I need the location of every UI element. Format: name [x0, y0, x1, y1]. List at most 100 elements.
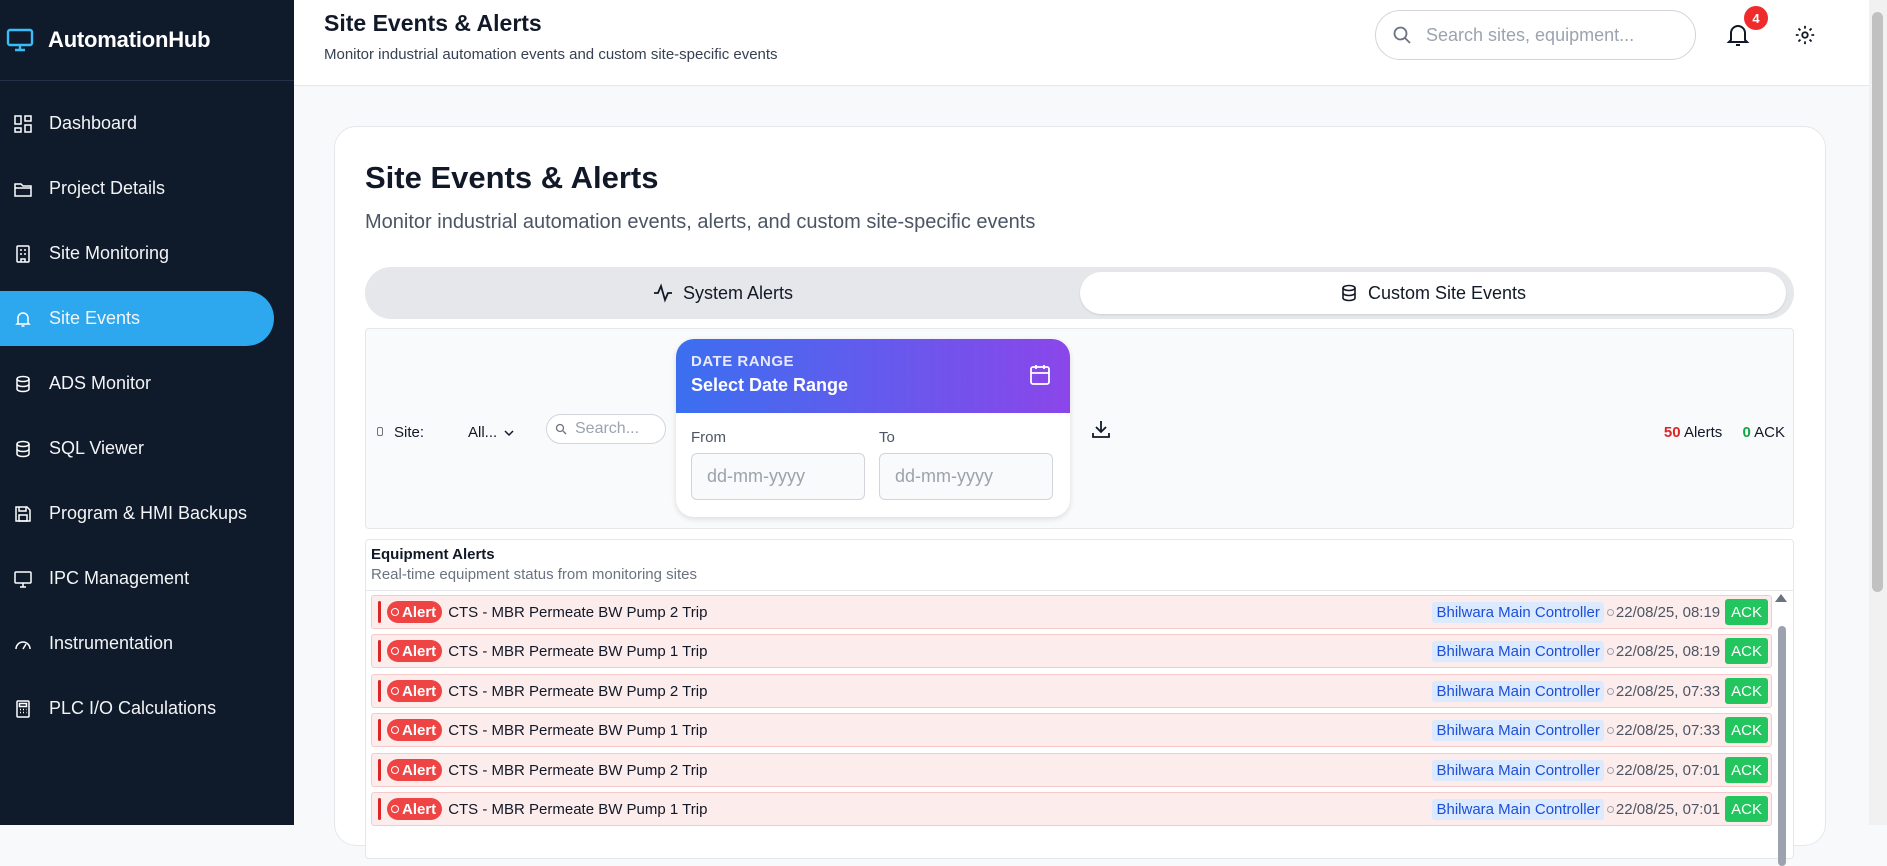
database-icon — [16, 375, 30, 392]
alert-badge-label: Alert — [402, 603, 437, 621]
alert-text: CTS - MBR Permeate BW Pump 1 Trip — [448, 642, 708, 660]
scroll-up-arrow[interactable] — [1775, 594, 1787, 602]
download-icon[interactable] — [1091, 419, 1111, 439]
alert-text: CTS - MBR Permeate BW Pump 2 Trip — [448, 682, 708, 700]
to-label: To — [879, 429, 895, 446]
alert-row[interactable]: Alert CTS - MBR Permeate BW Pump 2 Trip … — [371, 595, 1772, 629]
alert-badge-label: Alert — [402, 642, 437, 660]
tab-custom-site-events[interactable]: Custom Site Events — [1080, 272, 1786, 314]
alerts-scroll-thumb[interactable] — [1778, 626, 1786, 866]
ack-button[interactable]: ACK — [1725, 638, 1768, 664]
alert-text: CTS - MBR Permeate BW Pump 1 Trip — [448, 721, 708, 739]
gear-icon[interactable] — [1794, 24, 1816, 46]
date-range-picker: DATE RANGE Select Date Range From To dd-… — [676, 339, 1070, 517]
dashboard-icon — [14, 114, 32, 133]
severity-bar — [378, 798, 381, 820]
site-tag: Bhilwara Main Controller — [1432, 640, 1604, 662]
filter-search-input[interactable] — [575, 420, 655, 438]
alerts-panel-title: Equipment Alerts — [371, 546, 495, 563]
database-icon — [1342, 284, 1356, 302]
search-icon — [555, 423, 567, 435]
alert-circle-icon — [391, 726, 399, 734]
alert-time: 22/08/25, 08:19 — [1615, 603, 1721, 621]
from-date-input[interactable]: dd-mm-yyyy — [691, 453, 865, 500]
alert-badge: Alert — [387, 759, 443, 781]
global-search[interactable] — [1375, 10, 1696, 60]
brand[interactable]: AutomationHub — [0, 0, 294, 81]
alerts-count: 50 — [1663, 424, 1681, 441]
sidebar-item-site-monitoring[interactable]: Site Monitoring — [0, 226, 274, 281]
site-tag: Bhilwara Main Controller — [1432, 798, 1604, 820]
sidebar-item-plc-io-calculations[interactable]: PLC I/O Calculations — [0, 681, 274, 736]
monitor-icon — [14, 570, 32, 588]
alert-counts: 50 Alerts 0 ACK — [1664, 424, 1785, 441]
database-icon — [16, 440, 30, 457]
page-scroll-thumb[interactable] — [1872, 12, 1883, 592]
ack-button[interactable]: ACK — [1725, 796, 1768, 822]
ack-count-label: ACK — [1754, 424, 1785, 441]
clock-icon — [1606, 647, 1614, 655]
sidebar-item-label: PLC I/O Calculations — [49, 698, 217, 718]
page-subtitle: Monitor industrial automation events and… — [324, 46, 778, 63]
ack-button[interactable]: ACK — [1725, 717, 1768, 743]
alert-badge-label: Alert — [402, 721, 437, 739]
notification-badge: 4 — [1744, 6, 1768, 30]
site-filter-value: All... — [468, 424, 498, 441]
page-title: Site Events & Alerts — [324, 10, 542, 36]
sidebar-item-site-events[interactable]: Site Events — [0, 291, 274, 346]
building-icon — [16, 244, 30, 263]
clock-icon — [1606, 726, 1614, 734]
ack-count: 0 — [1742, 424, 1751, 441]
sidebar-item-label: ADS Monitor — [49, 373, 152, 393]
calendar-icon[interactable] — [1028, 363, 1052, 387]
events-card: Site Events & Alerts Monitor industrial … — [334, 126, 1826, 866]
alert-badge: Alert — [387, 601, 443, 623]
alert-text: CTS - MBR Permeate BW Pump 1 Trip — [448, 800, 708, 818]
app-name: AutomationHub — [48, 27, 211, 52]
alert-circle-icon — [391, 608, 399, 616]
date-range-header[interactable]: DATE RANGE Select Date Range — [676, 339, 1070, 413]
alert-badge: Alert — [387, 719, 443, 741]
ack-button[interactable]: ACK — [1725, 678, 1768, 704]
tab-bar: System Alerts Custom Site Events — [365, 267, 1794, 319]
sidebar-item-sql-viewer[interactable]: SQL Viewer — [0, 421, 274, 476]
sidebar-item-dashboard[interactable]: Dashboard — [0, 96, 274, 151]
sidebar-item-ipc-management[interactable]: IPC Management — [0, 551, 274, 606]
alert-row[interactable]: Alert CTS - MBR Permeate BW Pump 2 Trip … — [371, 674, 1772, 708]
alert-circle-icon — [391, 647, 399, 655]
alert-badge-label: Alert — [402, 800, 437, 818]
sidebar-item-project-details[interactable]: Project Details — [0, 161, 274, 216]
alert-time: 22/08/25, 08:19 — [1615, 642, 1721, 660]
site-icon — [377, 427, 383, 436]
site-tag: Bhilwara Main Controller — [1432, 601, 1604, 623]
to-date-input[interactable]: dd-mm-yyyy — [879, 453, 1053, 500]
ack-button[interactable]: ACK — [1725, 599, 1768, 625]
alert-row[interactable]: Alert CTS - MBR Permeate BW Pump 1 Trip … — [371, 792, 1772, 826]
clock-icon — [1606, 766, 1614, 774]
site-filter-select[interactable]: All... — [468, 424, 515, 441]
sidebar-item-label: SQL Viewer — [49, 438, 145, 458]
sidebar-item-program-hmi-backups[interactable]: Program & HMI Backups — [0, 486, 274, 541]
site-tag: Bhilwara Main Controller — [1432, 759, 1604, 781]
sidebar-item-ads-monitor[interactable]: ADS Monitor — [0, 356, 274, 411]
sidebar-item-label: Instrumentation — [49, 633, 174, 653]
sidebar-nav: Dashboard Project Details Site Monitorin… — [0, 81, 294, 736]
sidebar-item-instrumentation[interactable]: Instrumentation — [0, 616, 274, 671]
alert-row[interactable]: Alert CTS - MBR Permeate BW Pump 2 Trip … — [371, 753, 1772, 787]
sidebar-item-label: IPC Management — [49, 568, 190, 588]
sidebar-item-label: Program & HMI Backups — [49, 503, 248, 523]
sidebar-item-label: Dashboard — [49, 113, 138, 133]
alert-row[interactable]: Alert CTS - MBR Permeate BW Pump 1 Trip … — [371, 634, 1772, 668]
severity-bar — [378, 640, 381, 662]
tab-label: Custom Site Events — [1367, 282, 1527, 303]
tab-system-alerts[interactable]: System Alerts — [370, 272, 1076, 314]
alert-row[interactable]: Alert CTS - MBR Permeate BW Pump 1 Trip … — [371, 713, 1772, 747]
site-tag: Bhilwara Main Controller — [1432, 680, 1604, 702]
alert-badge: Alert — [387, 680, 443, 702]
search-input[interactable] — [1426, 24, 1666, 46]
alert-time: 22/08/25, 07:33 — [1615, 721, 1721, 739]
ack-button[interactable]: ACK — [1725, 757, 1768, 783]
alert-badge-label: Alert — [402, 682, 437, 700]
filter-search[interactable] — [546, 414, 666, 444]
clock-icon — [1606, 687, 1614, 695]
